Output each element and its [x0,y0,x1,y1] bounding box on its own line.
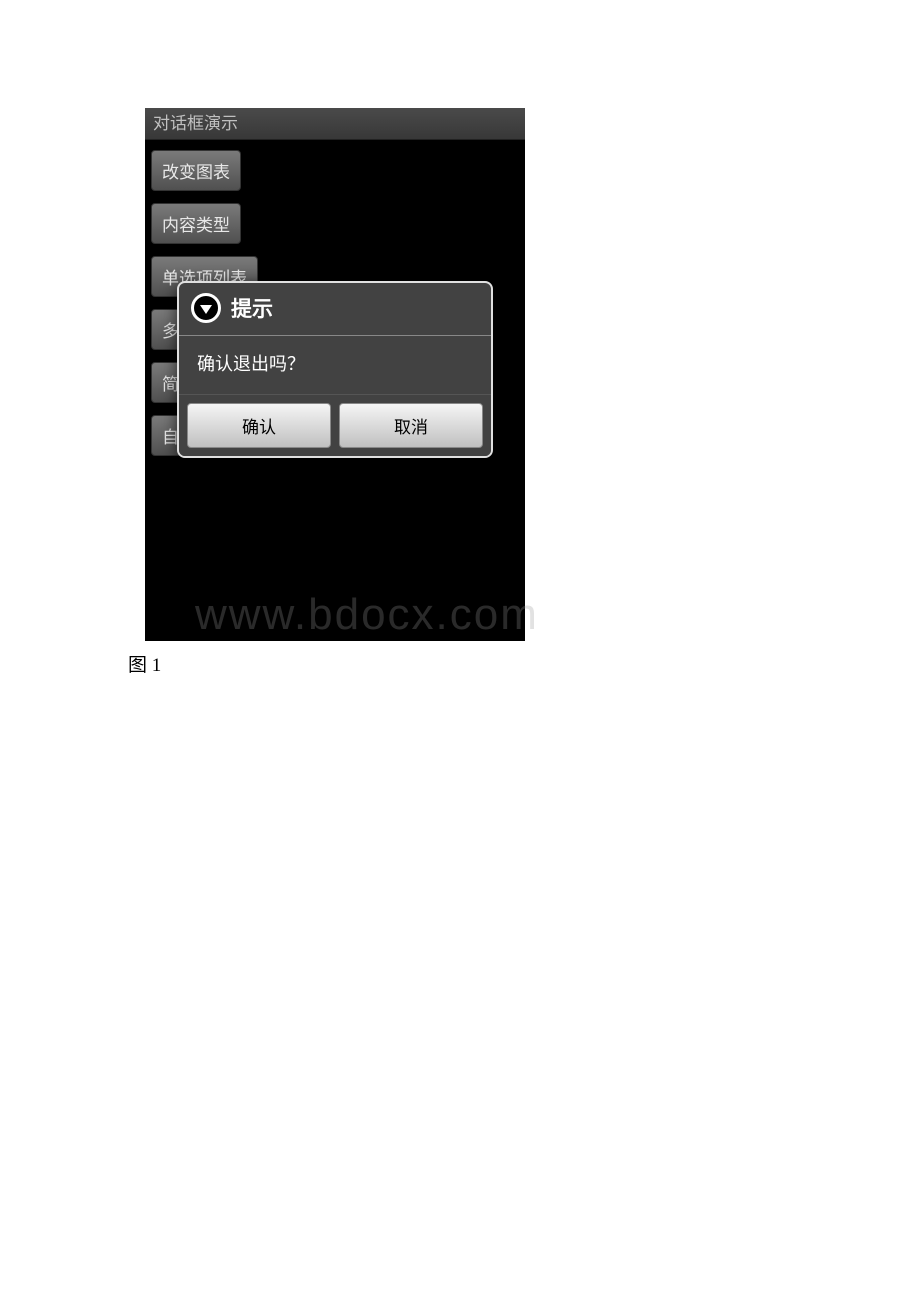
dialog-header: 提示 [179,283,491,335]
confirm-button[interactable]: 确认 [187,403,331,448]
cancel-button[interactable]: 取消 [339,403,483,448]
dialog-button-row: 确认 取消 [179,394,491,456]
chevron-down-icon [200,305,212,314]
alert-icon [191,293,221,323]
app-title: 对话框演示 [153,114,238,133]
phone-screen: 对话框演示 改变图表 内容类型 单选项列表 多 简 自 提示 确认退出吗？ 确认… [145,108,525,641]
figure-caption: 图 1 [128,650,161,677]
app-title-bar: 对话框演示 [145,108,525,140]
button-list: 改变图表 内容类型 单选项列表 多 简 自 [145,140,525,148]
content-type-button[interactable]: 内容类型 [151,203,241,244]
confirm-dialog: 提示 确认退出吗？ 确认 取消 [177,281,493,458]
dialog-title: 提示 [231,293,273,323]
change-chart-button[interactable]: 改变图表 [151,150,241,191]
dialog-message: 确认退出吗？ [179,336,491,394]
